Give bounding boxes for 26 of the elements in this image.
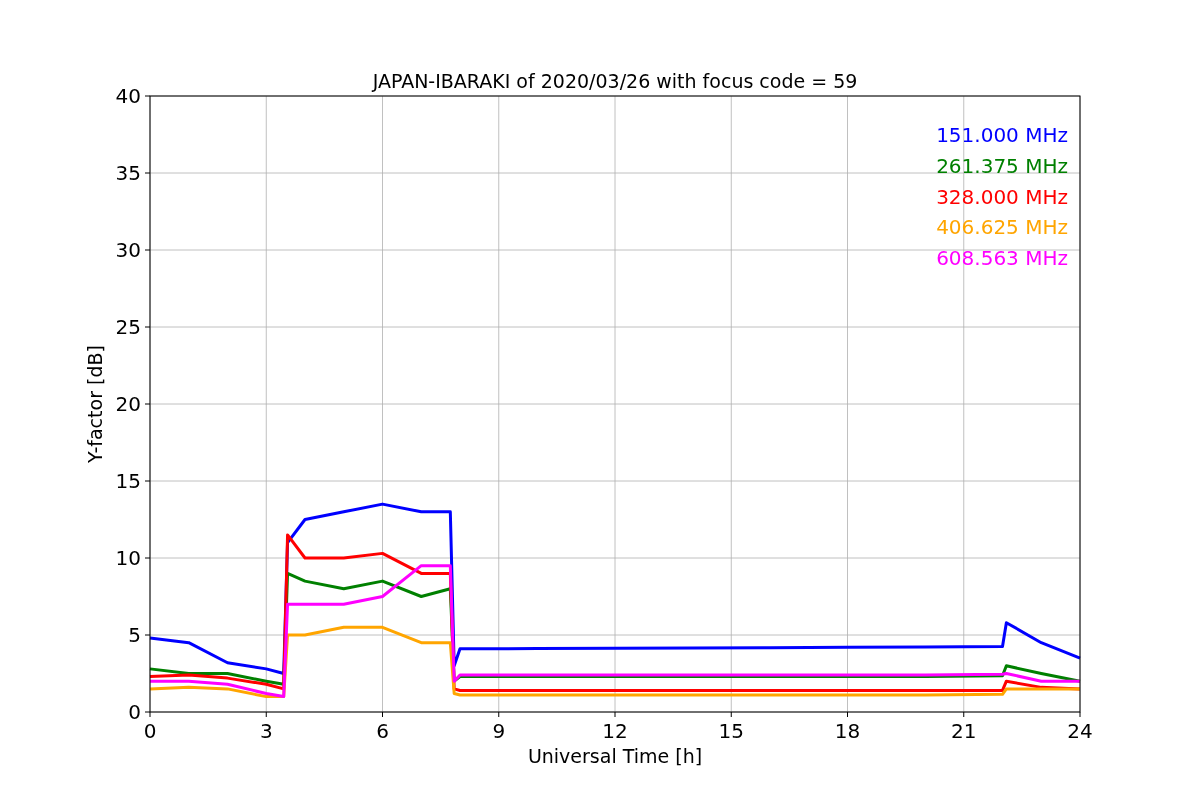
x-axis-label: Universal Time [h]	[527, 745, 703, 767]
tick-label: 3	[259, 719, 273, 743]
tick-label: 20	[115, 392, 141, 416]
tick-label: 30	[115, 238, 141, 262]
tick-label: 0	[128, 700, 141, 724]
tick-label: 15	[718, 719, 744, 743]
tick-label: 18	[834, 719, 861, 743]
tick-label: 15	[115, 469, 141, 493]
legend-label: 328.000 MHz	[936, 184, 1068, 209]
tick-label: 9	[492, 719, 506, 743]
tick-label: 5	[128, 623, 141, 647]
tick-label: 24	[1067, 719, 1093, 743]
y-axis-label: Y-factor [dB]	[84, 345, 106, 463]
tick-label: 10	[115, 546, 141, 570]
tick-label: 21	[951, 719, 977, 743]
chart-title: JAPAN-IBARAKI of 2020/03/26 with focus code = 59	[372, 70, 858, 92]
legend-label: 608.563 MHz	[936, 246, 1068, 271]
legend-label: 151.000 MHz	[936, 123, 1068, 147]
legend-label: 261.375 MHz	[936, 153, 1068, 178]
tick-label: 35	[115, 161, 141, 185]
tick-label: 0	[143, 719, 157, 743]
tick-label: 6	[376, 719, 389, 743]
legend-label: 406.625 MHz	[936, 215, 1068, 240]
tick-label: 12	[602, 719, 628, 743]
tick-label: 25	[115, 315, 141, 339]
tick-label: 40	[115, 84, 141, 108]
